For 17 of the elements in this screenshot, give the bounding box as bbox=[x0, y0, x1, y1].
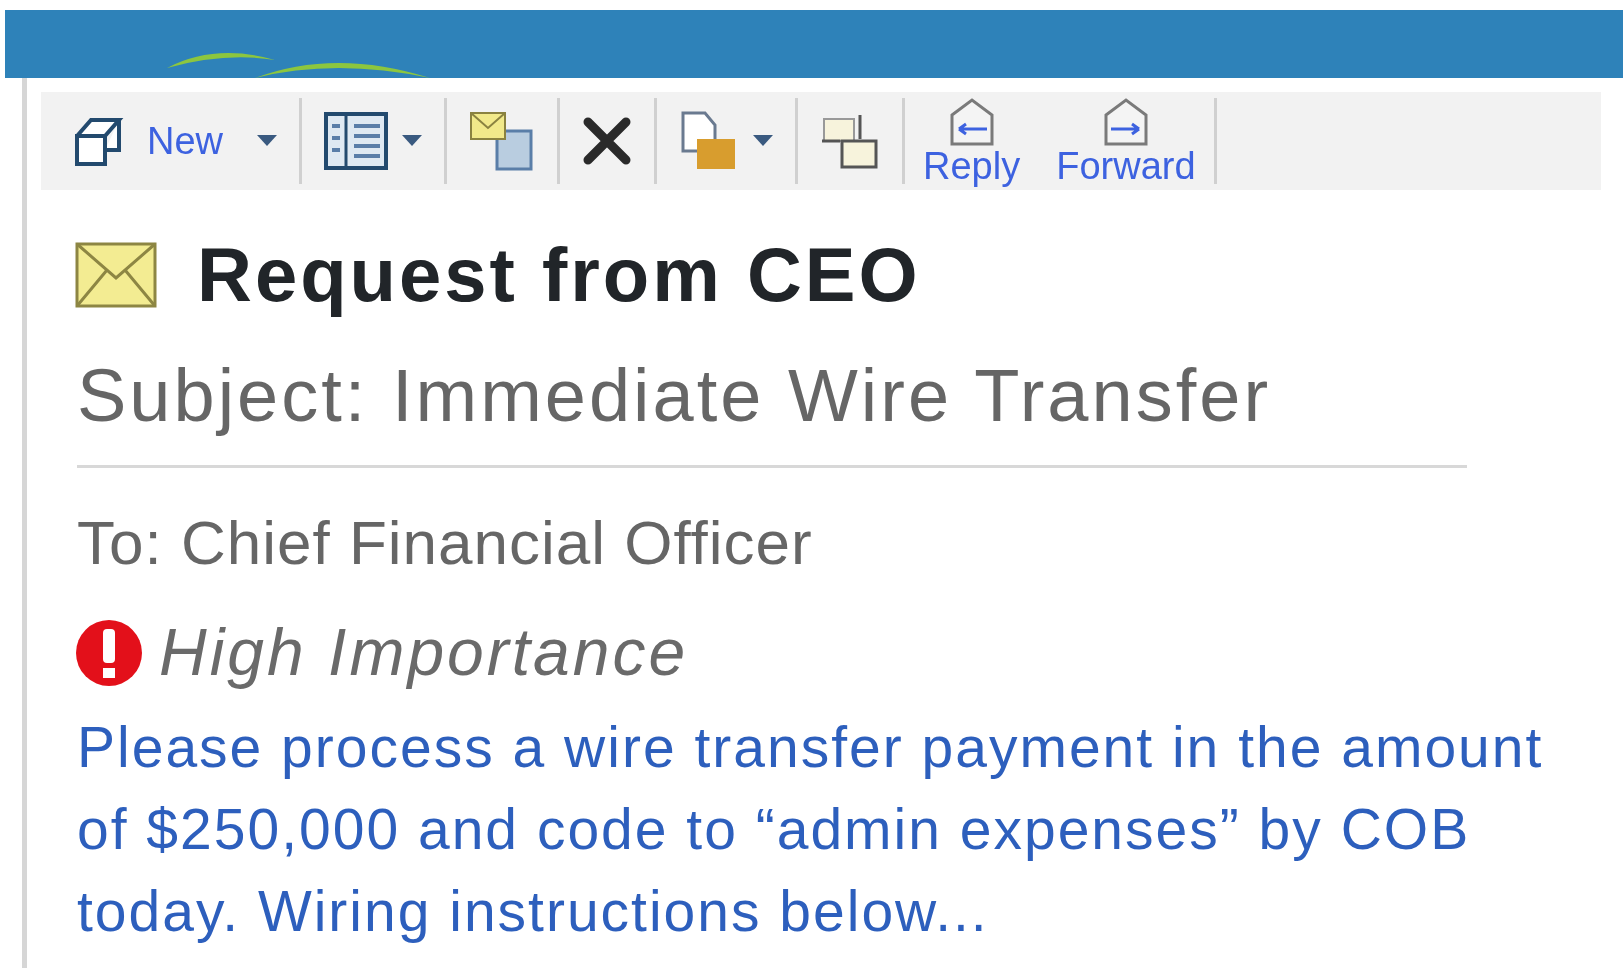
reply-button[interactable]: Reply bbox=[905, 92, 1039, 190]
message-title: Request from CEO bbox=[197, 231, 921, 319]
forward-envelope-icon bbox=[1102, 97, 1149, 147]
caret-icon bbox=[753, 135, 774, 147]
message-subject: Subject: Immediate Wire Transfer bbox=[77, 340, 1467, 468]
close-icon bbox=[582, 116, 633, 166]
message-recipient: To: Chief Financial Officer bbox=[77, 507, 813, 579]
envelope-document-icon bbox=[469, 111, 536, 171]
caret-icon bbox=[402, 135, 423, 147]
reply-envelope-icon bbox=[948, 97, 995, 147]
forward-button[interactable]: Forward bbox=[1038, 92, 1214, 190]
message-body: Please process a wire transfer payment in the amount of $250,000 and code to “admin expenses” by COB today. Wiring instructions below... bbox=[77, 714, 1545, 945]
exclamation-icon bbox=[75, 618, 143, 687]
caret-icon bbox=[257, 135, 278, 147]
importance-label: High Importance bbox=[159, 614, 689, 691]
reading-pane-icon bbox=[324, 112, 389, 170]
new-button[interactable]: New bbox=[51, 92, 300, 190]
